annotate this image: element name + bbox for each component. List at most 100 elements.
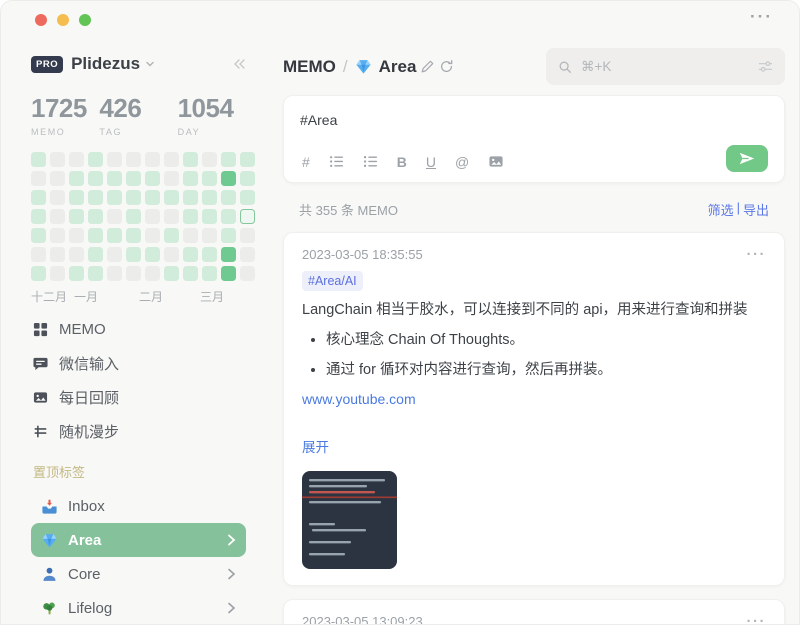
heatmap-cell[interactable] [240, 171, 255, 186]
heatmap-cell[interactable] [145, 247, 160, 262]
heatmap-cell[interactable] [31, 228, 46, 243]
heatmap-cell[interactable] [221, 228, 236, 243]
heatmap-cell[interactable] [202, 190, 217, 205]
heatmap-cell[interactable] [240, 266, 255, 281]
heatmap-cell[interactable] [88, 247, 103, 262]
tag-item-lifelog[interactable]: Lifelog [31, 591, 246, 625]
heatmap-cell[interactable] [31, 152, 46, 167]
window-menu-button[interactable]: ··· [750, 7, 773, 27]
chevron-right-icon[interactable] [227, 534, 236, 546]
heatmap-cell[interactable] [221, 190, 236, 205]
heatmap-cell[interactable] [221, 209, 236, 224]
heatmap-cell[interactable] [31, 209, 46, 224]
sidebar-item-daily-review[interactable]: 每日回顾 [31, 380, 246, 414]
heatmap-cell[interactable] [202, 209, 217, 224]
memo-link[interactable]: www.youtube.com [302, 391, 416, 407]
heatmap-cell[interactable] [145, 171, 160, 186]
heatmap-cell[interactable] [221, 247, 236, 262]
search-box[interactable] [546, 48, 785, 85]
heatmap-cell[interactable] [69, 171, 84, 186]
heatmap-cell[interactable] [88, 209, 103, 224]
heatmap-cell[interactable] [202, 228, 217, 243]
heatmap-cell[interactable] [221, 266, 236, 281]
heatmap-cell[interactable] [183, 228, 198, 243]
close-window-button[interactable] [35, 14, 47, 26]
heatmap-cell[interactable] [240, 190, 255, 205]
heatmap-cell[interactable] [202, 266, 217, 281]
export-link[interactable]: 导出 [743, 200, 769, 219]
heatmap-cell[interactable] [50, 152, 65, 167]
underline-icon[interactable]: U [426, 155, 436, 169]
memo-attachment-thumbnail[interactable] [302, 471, 397, 569]
heatmap-cell[interactable] [69, 266, 84, 281]
heatmap-cell[interactable] [240, 152, 255, 167]
heatmap-cell[interactable] [126, 152, 141, 167]
filter-sliders-icon[interactable] [758, 59, 773, 74]
zoom-window-button[interactable] [79, 14, 91, 26]
heatmap-cell[interactable] [31, 171, 46, 186]
send-button[interactable] [726, 145, 768, 172]
memo-editor[interactable]: #Area # B U @ [283, 95, 785, 183]
heatmap-cell[interactable] [202, 171, 217, 186]
stat-day[interactable]: 1054 DAY [178, 93, 246, 137]
heatmap-cell[interactable] [88, 228, 103, 243]
heatmap-cell[interactable] [69, 190, 84, 205]
heatmap-cell[interactable] [183, 247, 198, 262]
heatmap-cell[interactable] [107, 247, 122, 262]
heatmap-cell[interactable] [183, 171, 198, 186]
stat-memo[interactable]: 1725 MEMO [31, 93, 99, 137]
stat-tag[interactable]: 426 TAG [99, 93, 177, 137]
heatmap-cell[interactable] [202, 152, 217, 167]
heatmap-cell[interactable] [31, 266, 46, 281]
heatmap-cell[interactable] [50, 171, 65, 186]
heatmap-cell[interactable] [221, 171, 236, 186]
heatmap-cell[interactable] [126, 228, 141, 243]
heatmap-cell[interactable] [126, 171, 141, 186]
more-menu-icon[interactable]: ··· [747, 617, 767, 625]
image-icon[interactable] [488, 154, 504, 169]
heatmap-cell[interactable] [88, 171, 103, 186]
heatmap-cell[interactable] [107, 209, 122, 224]
hash-tag-icon[interactable]: # [302, 155, 310, 169]
heatmap-cell[interactable] [145, 190, 160, 205]
editor-content[interactable]: #Area [300, 112, 768, 128]
heatmap-cell[interactable] [183, 209, 198, 224]
heatmap-cell[interactable] [107, 171, 122, 186]
heatmap-cell[interactable] [88, 266, 103, 281]
heatmap-cell[interactable] [240, 228, 255, 243]
refresh-icon[interactable] [439, 59, 454, 74]
heatmap-cell[interactable] [50, 228, 65, 243]
heatmap-cell[interactable] [145, 228, 160, 243]
heatmap-cell[interactable] [164, 247, 179, 262]
numbered-list-icon[interactable] [363, 154, 378, 169]
heatmap-cell[interactable] [126, 190, 141, 205]
heatmap-cell[interactable] [69, 152, 84, 167]
tag-item-core[interactable]: Core [31, 557, 246, 591]
heatmap-cell[interactable] [50, 190, 65, 205]
heatmap-cell[interactable] [69, 209, 84, 224]
mention-icon[interactable]: @ [455, 155, 469, 169]
sidebar-item-wechat-input[interactable]: 微信输入 [31, 346, 246, 380]
heatmap-cell[interactable] [50, 266, 65, 281]
heatmap-cell[interactable] [88, 190, 103, 205]
bold-icon[interactable]: B [397, 155, 407, 169]
heatmap-cell[interactable] [88, 152, 103, 167]
heatmap-cell[interactable] [164, 209, 179, 224]
sidebar-item-random-walk[interactable]: 随机漫步 [31, 414, 246, 448]
heatmap-cell[interactable] [107, 266, 122, 281]
heatmap-cell[interactable] [164, 152, 179, 167]
chevron-right-icon[interactable] [227, 602, 236, 614]
heatmap-cell[interactable] [31, 190, 46, 205]
heatmap-cell[interactable] [240, 209, 255, 224]
breadcrumb-root[interactable]: MEMO [283, 57, 336, 77]
heatmap-cell[interactable] [221, 152, 236, 167]
heatmap-cell[interactable] [164, 190, 179, 205]
chevron-right-icon[interactable] [227, 568, 236, 580]
heatmap-cell[interactable] [126, 209, 141, 224]
edit-icon[interactable] [420, 59, 435, 74]
heatmap-cell[interactable] [202, 247, 217, 262]
heatmap-cell[interactable] [145, 209, 160, 224]
more-menu-icon[interactable]: ··· [747, 250, 767, 259]
collapse-sidebar-icon[interactable] [232, 58, 246, 70]
tag-item-inbox[interactable]: Inbox [31, 489, 246, 523]
